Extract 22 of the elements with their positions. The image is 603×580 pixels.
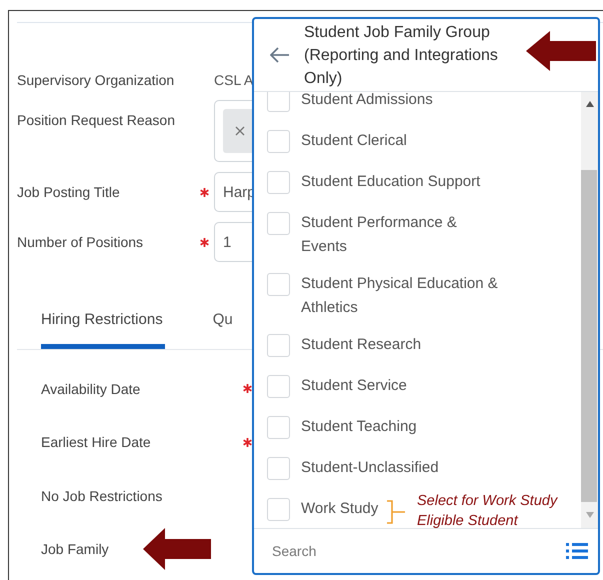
option-label[interactable]: Work Study: [301, 494, 378, 521]
field-label: No Job Restrictions: [41, 488, 162, 504]
option-label[interactable]: Student Admissions: [301, 92, 433, 112]
field-label: Availability Date: [41, 380, 140, 397]
tab[interactable]: Qu: [212, 294, 235, 349]
option-label[interactable]: Student Performance & Events: [301, 208, 501, 259]
field-label: Position Request Reason: [17, 111, 176, 128]
dropdown-title: Student Job Family Group (Reporting and Integrations Only): [304, 22, 499, 88]
option-label[interactable]: Student-Unclassified: [301, 453, 439, 480]
option-label[interactable]: Student Physical Education & Athletics: [301, 269, 501, 320]
field-label: Job Family: [41, 541, 109, 558]
option-label[interactable]: Student Service: [301, 371, 407, 398]
option-label[interactable]: Student Research: [301, 330, 422, 357]
option-label[interactable]: Student Teaching: [301, 412, 417, 439]
annotation-note: Select for Work Study Eligible Student: [417, 492, 559, 528]
field-label: Number of Positions: [17, 234, 144, 250]
field-label: Earliest Hire Date: [41, 434, 151, 450]
field-label: Supervisory Organization: [17, 72, 176, 88]
tab[interactable]: Hiring Restrictions: [41, 294, 165, 349]
option-label[interactable]: Student Education Support: [301, 167, 480, 194]
option-label[interactable]: Student Clerical: [301, 126, 407, 153]
field-label: Job Posting Title: [17, 184, 121, 200]
